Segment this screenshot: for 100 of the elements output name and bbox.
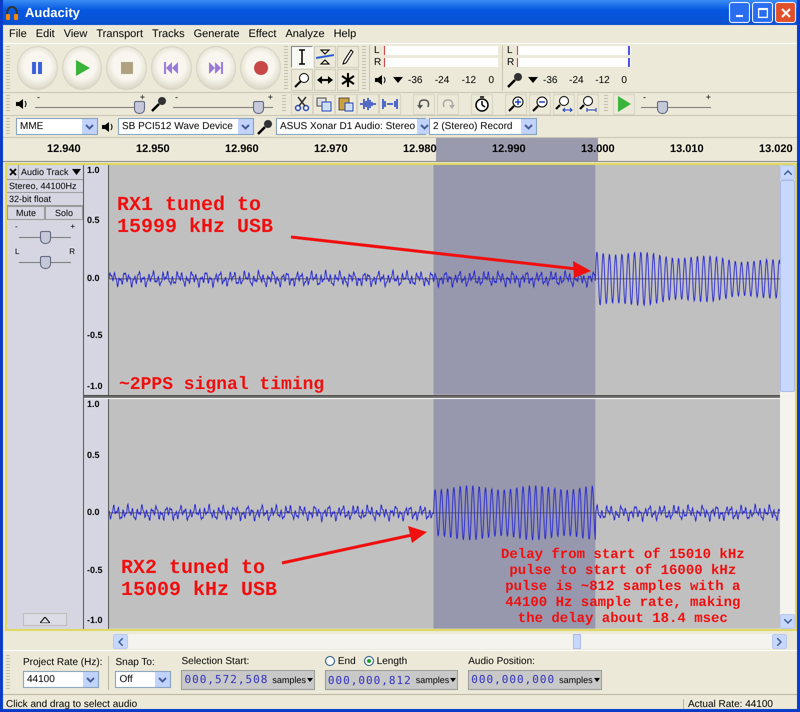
zoom-in-button[interactable] [505, 94, 527, 114]
pause-button[interactable] [17, 46, 58, 90]
scroll-right-button[interactable] [772, 634, 787, 649]
sync-lock-button[interactable] [471, 94, 493, 114]
dropdown-arrow-button[interactable] [82, 119, 97, 134]
timeline-ruler[interactable]: 12.940 12.950 12.960 12.970 12.980 12.990 13.000 13.010 13.020 [3, 138, 797, 162]
radio-button[interactable] [364, 656, 374, 666]
slider-thumb[interactable] [40, 256, 50, 269]
skip-to-end-button[interactable] [196, 46, 236, 90]
input-channels-dropdown[interactable]: 2 (Stereo) Record [429, 118, 537, 135]
radio-option[interactable]: End [324, 656, 356, 666]
fit-project-button[interactable] [577, 94, 599, 114]
paste-button[interactable] [335, 94, 357, 114]
scroll-thumb[interactable] [780, 180, 795, 392]
close-track-button[interactable] [7, 165, 19, 179]
time-format-dropdown[interactable]: samples [416, 675, 458, 685]
redo-arrow-icon [441, 98, 455, 110]
close-button[interactable] [775, 2, 796, 23]
time-tick-label: 13.020 [759, 143, 793, 155]
time-shift-tool[interactable] [314, 68, 336, 90]
meter-scale-label: -36 [408, 74, 422, 86]
time-format-dropdown[interactable]: samples [559, 674, 601, 684]
multi-tool[interactable] [337, 68, 359, 90]
trim-audio-button[interactable] [357, 94, 379, 114]
annotation-text: RX1 tuned to 15999 kHz USB [117, 195, 274, 239]
meter-channel-label: R [507, 57, 515, 68]
maximize-button[interactable] [752, 2, 773, 23]
amplitude-label: 0.5 [87, 450, 100, 460]
minimize-icon [736, 14, 743, 16]
undo-arrow-icon [417, 98, 431, 110]
zoom-tool[interactable] [291, 68, 313, 90]
input-device-dropdown[interactable]: ASUS Xonar D1 Audio: Stereo [276, 118, 426, 135]
dropdown-arrow-button[interactable] [155, 672, 170, 687]
slider-max-label: + [706, 92, 711, 102]
silence-button[interactable] [379, 94, 401, 114]
scroll-down-button[interactable] [780, 614, 795, 629]
chevron-down-icon [86, 676, 95, 682]
undo-button[interactable] [413, 94, 435, 114]
menu-item[interactable]: Generate [190, 28, 244, 40]
scissors-icon [294, 96, 310, 112]
zoom-out-icon [532, 96, 548, 112]
selection-tool[interactable] [291, 46, 313, 68]
audio-position-field[interactable]: 000,000,000 samples [468, 670, 602, 690]
copy-button[interactable] [313, 94, 335, 114]
amplitude-label: 1.0 [87, 399, 100, 410]
waveform-plot[interactable] [109, 399, 780, 629]
skip-to-start-button[interactable] [151, 46, 192, 90]
time-tick-label: 13.010 [670, 143, 704, 155]
menu-item[interactable]: Transport [92, 28, 148, 40]
chevron-left-icon [118, 638, 123, 646]
zoom-out-button[interactable] [529, 94, 551, 114]
length-field[interactable]: 000,000,812 samples [324, 670, 458, 690]
snap-to-label: Snap To: [115, 657, 156, 668]
horizontal-scrollbar[interactable] [113, 634, 787, 649]
menu-item[interactable]: Analyze [281, 28, 330, 40]
waveform-plot[interactable] [109, 165, 780, 395]
scroll-thumb[interactable] [573, 634, 581, 649]
menu-item[interactable]: Help [330, 28, 362, 40]
menu-item[interactable]: Edit [32, 28, 60, 40]
radio-option[interactable]: Length [364, 656, 408, 666]
record-button[interactable] [240, 46, 282, 90]
radio-label: Length [376, 656, 408, 666]
collapse-track-button[interactable] [23, 613, 67, 626]
slider-min-label: - [15, 222, 18, 231]
snap-to-dropdown[interactable]: Off [115, 671, 172, 688]
annotation-text: Delay from start of 15010 kHz pulse to start of 16000 kHz pulse is ~812 samples with a 44100 Hz sample rate, making the delay about 18.4 msec [501, 547, 745, 627]
slider-thumb[interactable] [656, 101, 668, 114]
audio-host-dropdown[interactable]: MME [16, 118, 98, 135]
scroll-left-button[interactable] [113, 634, 128, 649]
trim-button[interactable] [291, 94, 313, 114]
caret-icon [72, 169, 81, 175]
status-message: Click and drag to select audio [5, 699, 138, 709]
menu-item[interactable]: Effect [244, 28, 282, 40]
time-format-dropdown[interactable]: samples [272, 674, 314, 684]
selection-start-field[interactable]: 000,572,508 samples [181, 670, 315, 690]
output-device-dropdown[interactable]: SB PCI512 Wave Device [118, 118, 254, 135]
menu-item[interactable]: Tracks [148, 28, 190, 40]
meter-scale-label: -12 [595, 74, 610, 86]
fit-selection-button[interactable] [553, 94, 575, 114]
menu-item[interactable]: File [5, 28, 32, 40]
chevron-up-icon [784, 170, 792, 175]
slider-thumb[interactable] [40, 231, 50, 244]
draw-tool[interactable] [337, 46, 359, 68]
track-toggle-button[interactable]: Solo [45, 206, 83, 220]
waveform-icon [360, 97, 376, 111]
vertical-scrollbar[interactable] [780, 165, 795, 629]
minimize-button[interactable] [729, 2, 750, 23]
menu-item[interactable]: View [60, 28, 92, 40]
envelope-tool[interactable] [314, 46, 336, 68]
close-icon [8, 168, 16, 176]
zoom-in-icon [508, 96, 524, 112]
track-toggle-button[interactable]: Mute [7, 206, 45, 220]
slider-thumb[interactable] [252, 101, 264, 114]
dropdown-arrow-button[interactable] [521, 119, 536, 134]
scroll-up-button[interactable] [780, 165, 795, 180]
slider-thumb[interactable] [134, 101, 145, 114]
radio-button[interactable] [324, 656, 335, 666]
dropdown-arrow-button[interactable] [83, 672, 98, 687]
dropdown-arrow-button[interactable] [238, 119, 253, 134]
project-rate-dropdown[interactable]: 44100 [23, 671, 99, 688]
